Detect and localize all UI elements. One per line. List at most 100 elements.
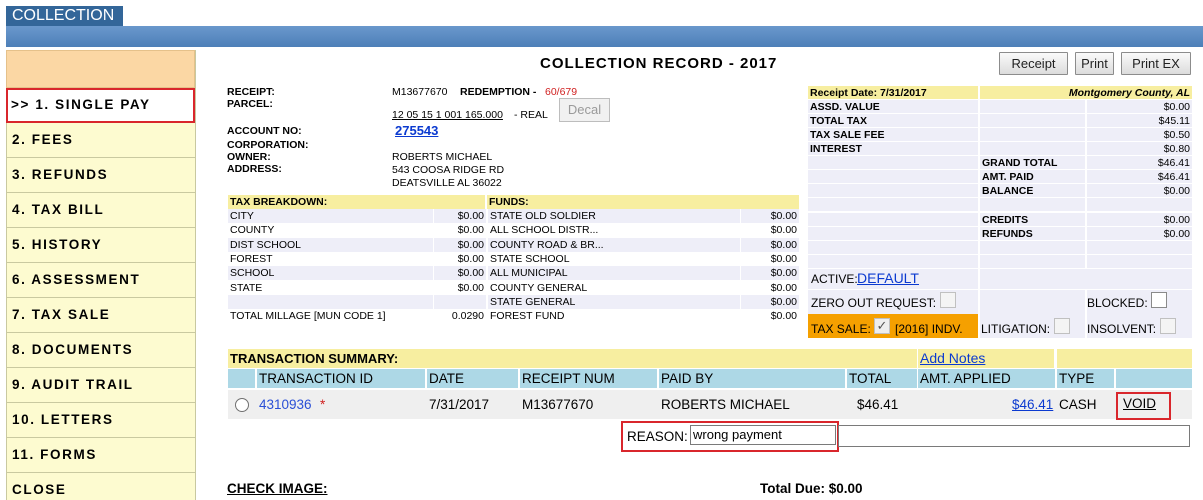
sidebar-item-single-pay[interactable]: >> 1. SINGLE PAY [6,88,195,123]
county-name: Montgomery County, AL [980,86,1192,99]
fund-name: COUNTY GENERAL [488,280,740,295]
summary-cell [808,255,978,268]
summary-cell [980,269,1192,289]
header-band [6,26,1203,47]
transaction-id-link[interactable]: 4310936 [259,397,312,412]
add-notes-cell: Add Notes [918,349,1054,368]
account-link[interactable]: 275543 [395,123,438,138]
refunds-value: $0.00 [1087,227,1192,240]
tax-breakdown-amount: $0.00 [434,251,486,266]
fund-amount: $0.00 [741,266,799,281]
print-ex-button[interactable]: Print EX [1121,52,1191,75]
amt-paid: $46.41 [1087,170,1192,183]
balance-value: $0.00 [1087,184,1192,197]
fund-name: STATE OLD SOLDIER [488,209,740,223]
zero-out-label: ZERO OUT REQUEST: [811,296,937,310]
fund-name: ALL SCHOOL DISTR... [488,223,740,238]
sidebar-item-audit-trail[interactable]: 9. AUDIT TRAIL [6,368,195,403]
sidebar-item-forms[interactable]: 11. FORMS [6,438,195,473]
col-amt-applied: AMT. APPLIED [918,369,1055,388]
tax-breakdown-amount: $0.00 [434,209,486,223]
decal-button[interactable]: Decal [559,98,610,122]
summary-cell [1087,241,1192,254]
parcel-suffix: - REAL [514,109,548,121]
tax-sale-checkbox[interactable]: ✓ [874,318,890,334]
tax-breakdown-name: FOREST [228,251,433,266]
summary-cell [808,198,978,211]
corporation-label: CORPORATION: [227,139,309,151]
reason-extension-field[interactable] [838,425,1190,447]
address-label: ADDRESS: [227,163,282,175]
tax-breakdown-amount [434,294,486,309]
page-title: COLLECTION RECORD - 2017 [540,55,778,72]
transaction-date: 7/31/2017 [429,397,490,412]
summary-cell [1087,255,1192,268]
collection-tab[interactable]: COLLECTION [6,6,123,26]
summary-cell [808,156,978,169]
check-image-label: CHECK IMAGE: [227,481,328,496]
sidebar-item-refunds[interactable]: 3. REFUNDS [6,158,195,193]
tax-breakdown-amount: $0.00 [434,280,486,295]
receipt-value: M13677670 [392,86,448,98]
blocked-label: BLOCKED: [1087,296,1148,310]
blocked-checkbox[interactable] [1151,292,1167,308]
sidebar-item-letters[interactable]: 10. LETTERS [6,403,195,438]
summary-cell [808,227,978,240]
print-button[interactable]: Print [1075,52,1114,75]
fund-amount: $0.00 [741,209,799,223]
add-notes-link[interactable]: Add Notes [918,350,985,366]
balance-label: BALANCE [980,184,1085,197]
fund-amount: $0.00 [741,237,799,252]
sidebar-item-history[interactable]: 5. HISTORY [6,228,195,263]
redemption-value: 60/679 [545,86,578,98]
summary-cell [808,170,978,183]
transaction-amt-applied-link[interactable]: $46.41 [1012,397,1053,412]
select-column-header [228,369,255,388]
parcel-value[interactable]: 12 05 15 1 001 165.000 [392,109,503,121]
interest-value: $0.80 [1087,142,1192,155]
active-default-link[interactable]: DEFAULT [857,270,919,286]
sidebar-item-tax-sale[interactable]: 7. TAX SALE [6,298,195,333]
sidebar-item-assessment[interactable]: 6. ASSESSMENT [6,263,195,298]
reason-label: REASON: [627,429,688,444]
total-tax-label: TOTAL TAX [808,114,978,127]
tax-breakdown-amount: $0.00 [434,237,486,252]
zero-out-checkbox[interactable] [940,292,956,308]
sidebar-item-documents[interactable]: 8. DOCUMENTS [6,333,195,368]
insolvent-checkbox[interactable] [1160,318,1176,334]
fund-amount: $0.00 [741,251,799,266]
summary-cell [808,241,978,254]
transaction-header-spacer [1057,349,1192,368]
funds-header: FUNDS: [487,195,799,209]
litigation-checkbox[interactable] [1054,318,1070,334]
tax-breakdown-name: COUNTY [228,223,433,238]
fund-name: ALL MUNICIPAL [488,266,740,281]
tax-breakdown-amount: $0.00 [434,266,486,281]
fund-amount: $0.00 [741,223,799,238]
address-line-2: DEATSVILLE AL 36022 [392,177,502,189]
tax-breakdown-header: TAX BREAKDOWN: [228,195,485,209]
summary-cell [980,255,1085,268]
sidebar-item-close[interactable]: CLOSE [6,473,195,500]
transaction-radio[interactable] [235,398,249,412]
transaction-type: CASH [1059,397,1097,412]
col-total: TOTAL [847,369,917,388]
sidebar-item-tax-bill[interactable]: 4. TAX BILL [6,193,195,228]
tax-breakdown-amount: $0.00 [434,223,486,238]
insolvent-label: INSOLVENT: [1087,322,1157,336]
redemption-label: REDEMPTION - [460,86,537,98]
tax-breakdown-name: STATE [228,280,433,295]
col-paid-by: PAID BY [659,369,845,388]
receipt-button[interactable]: Receipt [999,52,1068,75]
transaction-total: $46.41 [857,397,899,412]
transaction-marker: * [320,397,326,412]
sidebar-menu: >> 1. SINGLE PAY 2. FEES 3. REFUNDS 4. T… [6,50,196,500]
sidebar-item-fees[interactable]: 2. FEES [6,123,195,158]
void-link[interactable]: VOID [1123,396,1156,411]
owner-value: ROBERTS MICHAEL [392,151,493,163]
col-date: DATE [427,369,518,388]
reason-input[interactable]: wrong payment [690,425,836,445]
summary-cell [980,241,1085,254]
col-receipt-num: RECEIPT NUM [520,369,657,388]
fund-name: STATE SCHOOL [488,251,740,266]
